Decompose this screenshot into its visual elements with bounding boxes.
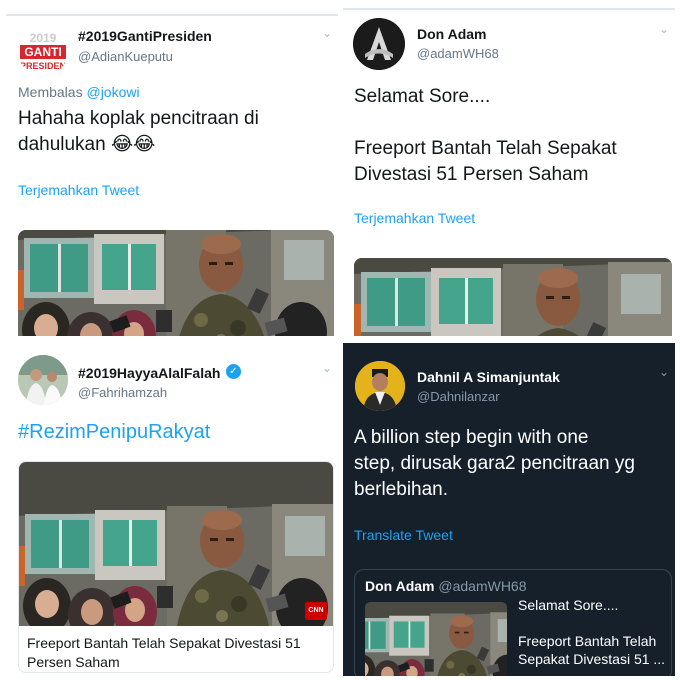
tweet-panel-dahnil: Dahnil A Simanjuntak @Dahnilanzar ⌄ A bi…	[343, 343, 675, 676]
link-card-image	[19, 462, 333, 640]
tweet-text-line: Selamat Sore....	[354, 86, 491, 107]
chevron-down-icon[interactable]: ⌄	[322, 361, 332, 375]
link-card-title-line: Persen Saham	[27, 654, 120, 670]
tweet-text-line: A billion step begin with one	[354, 427, 589, 448]
avatar[interactable]	[18, 355, 68, 405]
tweet-text-line: berlebihan.	[354, 479, 449, 500]
user-handle[interactable]: @adamWH68	[417, 46, 499, 61]
tweet-text-line: step, dirusak gara2 pencitraan yg	[354, 453, 635, 474]
quoted-display-name: Don Adam	[365, 578, 435, 594]
chevron-down-icon[interactable]: ⌄	[322, 26, 332, 40]
tweet-text-line: Divestasi 51 Persen Saham	[354, 164, 589, 185]
display-name[interactable]: #2019HayyaAlalFalah	[78, 365, 220, 381]
chevron-down-icon[interactable]: ⌄	[659, 365, 669, 379]
tweet-panel-adian: 2019 GANTI PRESIDEN #2019GantiPresiden @…	[6, 14, 338, 336]
reply-prefix: Membalas	[18, 84, 83, 100]
reply-context: Membalas @jokowi	[18, 84, 140, 100]
link-card-title-line: Freeport Bantah Telah Sepakat Divestasi …	[27, 635, 301, 651]
quoted-tweet-text: Selamat Sore.... Freeport Bantah Telah S…	[518, 596, 665, 668]
avatar-logo-text: PRESIDEN	[20, 61, 66, 71]
tweet-panel-don-adam: Don Adam @adamWH68 ⌄ Selamat Sore.... Fr…	[343, 8, 675, 336]
display-name[interactable]: #2019GantiPresiden	[78, 28, 212, 44]
display-name[interactable]: Dahnil A Simanjuntak	[417, 369, 560, 385]
avatar[interactable]: 2019 GANTI PRESIDEN	[18, 26, 68, 76]
avatar-logo-text: GANTI	[24, 45, 61, 59]
quoted-user-handle: @adamWH68	[438, 578, 527, 594]
quoted-text-line: Sepakat Divestasi 51 ...	[518, 651, 666, 667]
quoted-tweet-header: Don Adam @adamWH68	[365, 578, 527, 594]
translate-tweet-link[interactable]: Terjemahkan Tweet	[354, 210, 475, 226]
tweet-text-line: Freeport Bantah Telah Sepakat	[354, 138, 617, 159]
avatar-logo-text: 2019	[30, 31, 57, 45]
tweet-photo[interactable]	[354, 258, 672, 336]
translate-tweet-link[interactable]: Terjemahkan Tweet	[18, 182, 139, 198]
display-name[interactable]: Don Adam	[417, 26, 486, 42]
chevron-down-icon[interactable]: ⌄	[659, 22, 669, 36]
link-card-title: Freeport Bantah Telah Sepakat Divestasi …	[27, 634, 301, 672]
avatar[interactable]	[355, 361, 405, 411]
tweet-photo[interactable]	[18, 230, 334, 336]
avatar[interactable]	[353, 18, 405, 70]
user-handle[interactable]: @AdianKueputu	[78, 49, 173, 64]
hashtag-link[interactable]: #RezimPenipuRakyat	[18, 421, 210, 444]
link-card[interactable]: CNN Freeport Bantah Telah Sepakat Divest…	[18, 461, 334, 673]
verified-badge-icon: ✓	[226, 364, 241, 379]
user-handle[interactable]: @Fahrihamzah	[78, 385, 167, 400]
user-handle[interactable]: @Dahnilanzar	[417, 389, 500, 404]
reply-to-link[interactable]: @jokowi	[86, 84, 139, 100]
quoted-text-line: Freeport Bantah Telah	[518, 633, 657, 649]
quoted-tweet[interactable]: Don Adam @adamWH68 Selamat Sore.... Free…	[354, 569, 672, 676]
cnn-logo: CNN	[305, 602, 327, 620]
tweet-panel-fahri: #2019HayyaAlalFalah ✓ @Fahrihamzah ⌄ #Re…	[6, 343, 338, 676]
quoted-tweet-photo	[365, 602, 507, 676]
quoted-text-line: Selamat Sore....	[518, 597, 619, 613]
translate-tweet-link[interactable]: Translate Tweet	[354, 527, 453, 543]
tweet-text-line: dahulukan 😂😂	[18, 134, 156, 155]
tweet-text-line: Hahaha koplak pencitraan di	[18, 108, 259, 129]
